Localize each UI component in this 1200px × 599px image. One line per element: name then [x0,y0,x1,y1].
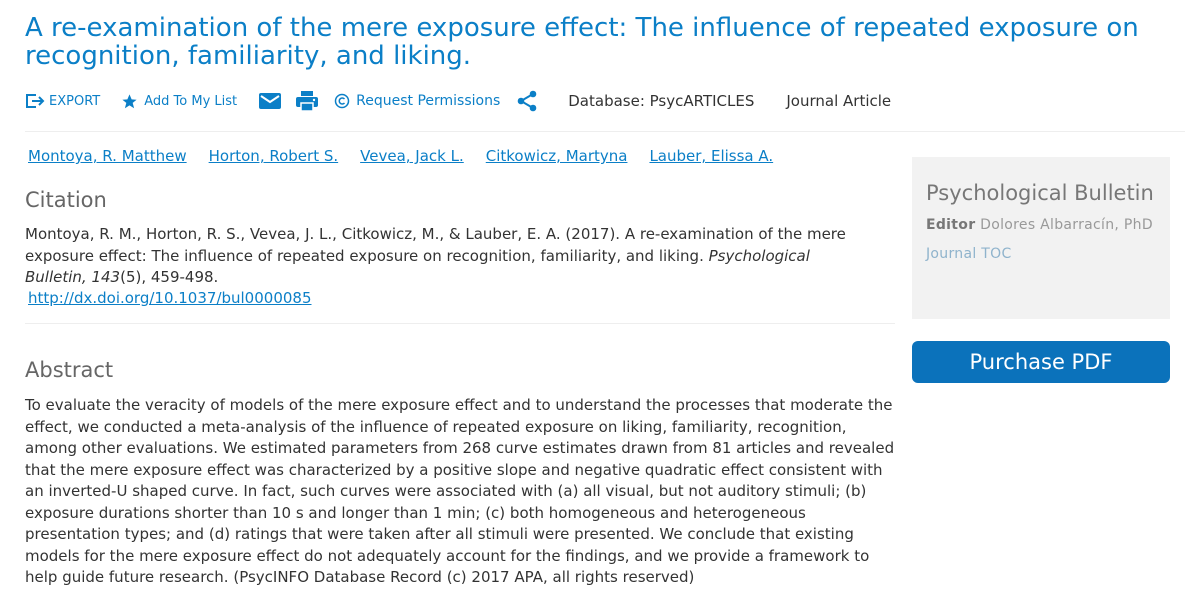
author-link[interactable]: Horton, Robert S. [209,147,339,165]
author-link[interactable]: Vevea, Jack L. [360,147,464,165]
editor-name: Dolores Albarracín, PhD [980,217,1153,233]
article-title: A re-examination of the mere exposure ef… [25,13,1139,71]
export-button[interactable]: EXPORT [25,93,100,109]
citation-heading: Citation [25,188,107,212]
print-button[interactable] [295,90,319,112]
section-divider [25,323,895,324]
purchase-pdf-button[interactable]: Purchase PDF [912,341,1170,383]
author-link[interactable]: Citkowicz, Martyna [486,147,628,165]
printer-icon [295,90,319,112]
email-button[interactable] [258,92,282,110]
journal-editor: Editor Dolores Albarracín, PhD [926,215,1156,236]
database-label: Database: PsycARTICLES [568,92,755,110]
export-label: EXPORT [49,93,101,109]
share-button[interactable] [516,90,538,112]
journal-info-box: Psychological Bulletin Editor Dolores Al… [912,157,1170,319]
request-permissions-label: Request Permissions [356,93,501,109]
envelope-icon [258,92,282,110]
editor-label: Editor [926,217,976,233]
abstract-heading: Abstract [25,358,114,382]
add-to-list-label: Add To My List [144,93,238,109]
citation-text: Montoya, R. M., Horton, R. S., Vevea, J.… [25,224,865,289]
export-icon [25,93,45,109]
add-to-list-button[interactable]: Add To My List [121,93,237,110]
request-permissions-link[interactable]: Request Permissions [334,93,500,109]
article-type-label: Journal Article [786,92,892,110]
author-list: Montoya, R. Matthew Horton, Robert S. Ve… [28,147,795,165]
author-link[interactable]: Montoya, R. Matthew [28,147,187,165]
abstract-text: To evaluate the veracity of models of th… [25,396,895,586]
journal-toc-link[interactable]: Journal TOC [926,246,1156,262]
header-divider [25,131,1185,132]
copyright-icon [334,93,350,109]
article-toolbar: EXPORT Add To My List Request Permission… [25,86,1185,116]
star-icon [121,93,138,110]
doi-link[interactable]: http://dx.doi.org/10.1037/bul0000085 [28,289,312,307]
journal-name: Psychological Bulletin [926,181,1154,205]
author-link[interactable]: Lauber, Elissa A. [649,147,773,165]
share-icon [516,90,538,112]
citation-suffix: (5), 459-498. [120,268,219,286]
